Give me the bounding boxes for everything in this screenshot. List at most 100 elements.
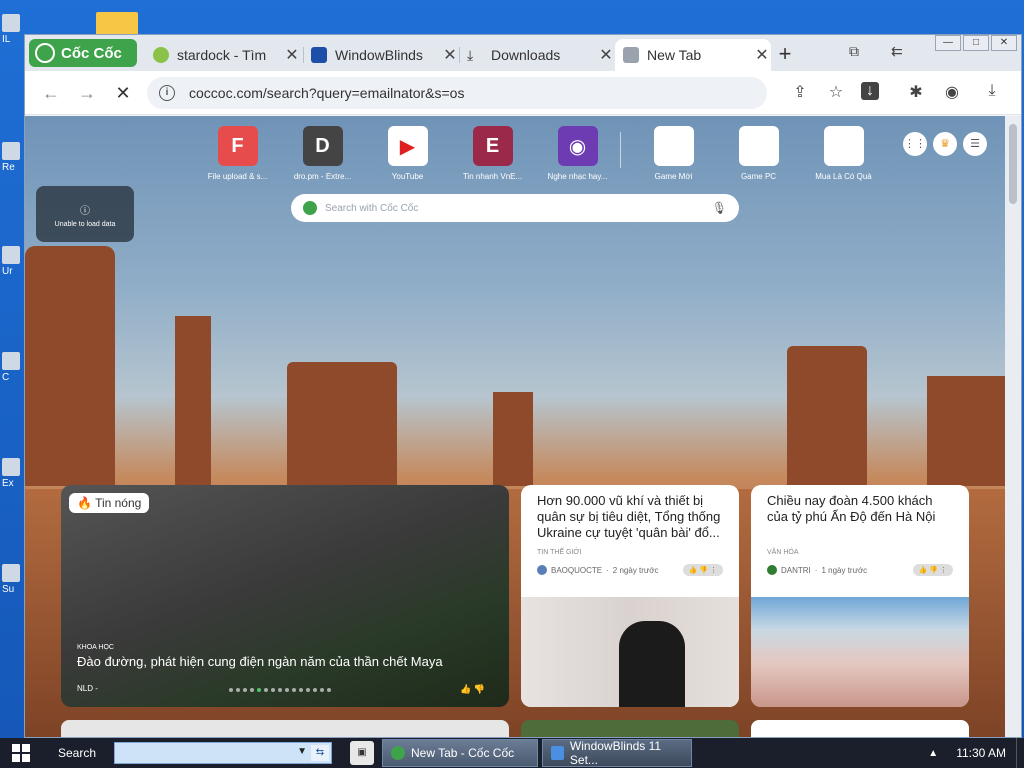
hot-news-card[interactable]: 🔥 Tin nóng KHOA HỌC Đào đường, phát hiện… xyxy=(61,485,509,707)
tab-new-tab[interactable]: New Tab ✕ xyxy=(615,39,771,71)
address-bar[interactable]: i coccoc.com/search?query=emailnator&s=o… xyxy=(147,77,767,109)
minimize-button[interactable]: — xyxy=(935,35,961,51)
carousel-dot[interactable] xyxy=(278,688,282,692)
taskbar-app-icon[interactable]: ▣ xyxy=(350,741,374,765)
taskbar-search-input[interactable]: ▼ ⇆ xyxy=(114,742,332,764)
share-icon[interactable]: ⇪ xyxy=(789,82,811,102)
app-icon xyxy=(2,458,20,476)
speed-dial-divider xyxy=(620,132,621,168)
folder-icon[interactable] xyxy=(96,12,138,36)
taskbar-clock[interactable]: 11:30 AM xyxy=(956,746,1006,760)
back-button[interactable]: ← xyxy=(39,81,63,105)
news-title[interactable]: Hơn 90.000 vũ khí và thiết bị quân sự bị… xyxy=(521,485,739,543)
desktop-icon-1[interactable]: IL xyxy=(2,14,22,45)
close-tab-icon[interactable]: ✕ xyxy=(441,45,459,65)
taskbar-task-coccoc[interactable]: New Tab - Cốc Cốc xyxy=(382,739,538,767)
carousel-dot[interactable] xyxy=(292,688,296,692)
desktop-icon-6[interactable]: Su xyxy=(2,564,22,595)
news-card-partial[interactable] xyxy=(61,720,509,737)
tab-search-icon[interactable]: ⧉ xyxy=(849,43,859,60)
carousel-dot[interactable] xyxy=(243,688,247,692)
close-tab-icon[interactable]: ✕ xyxy=(283,45,301,65)
news-image-figure xyxy=(619,621,685,707)
close-tab-icon[interactable]: ✕ xyxy=(753,45,771,65)
like-dislike-icons[interactable]: 👍 👎 xyxy=(460,684,485,695)
forward-button[interactable]: → xyxy=(75,81,99,105)
carousel-dot[interactable] xyxy=(229,688,233,692)
savefrom-download-icon[interactable]: ↓ xyxy=(861,82,879,100)
search-go-icon[interactable]: ⇆ xyxy=(311,745,329,761)
news-category: VĂN HÓA xyxy=(767,549,799,556)
speed-dial-item[interactable]: E Tin nhanh VnE... xyxy=(450,126,535,181)
carousel-dot[interactable] xyxy=(285,688,289,692)
tab-downloads[interactable]: ⤓ Downloads ✕ xyxy=(459,39,615,71)
downloads-icon[interactable]: ⤓ xyxy=(981,82,1003,100)
show-desktop-button[interactable] xyxy=(1016,738,1024,768)
search-placeholder[interactable]: Search with Cốc Cốc xyxy=(325,203,418,214)
extensions-icon[interactable]: ✱ xyxy=(905,82,927,102)
taskbar-task-windowblinds[interactable]: WindowBlinds 11 Set... xyxy=(542,739,692,767)
speed-dial-item[interactable]: ▶ YouTube xyxy=(365,126,450,181)
news-card[interactable]: Hơn 90.000 vũ khí và thiết bị quân sự bị… xyxy=(521,485,739,707)
carousel-dot[interactable] xyxy=(306,688,310,692)
speed-dial-item[interactable]: Mua Là Có Quà xyxy=(801,126,886,181)
carousel-dot[interactable] xyxy=(236,688,240,692)
carousel-dot[interactable] xyxy=(250,688,254,692)
close-button[interactable]: ✕ xyxy=(991,35,1017,51)
news-card-partial[interactable] xyxy=(751,720,969,737)
carousel-dot[interactable] xyxy=(299,688,303,692)
page-corner-buttons: ⋮⋮ ♛ ☰ xyxy=(903,132,987,156)
like-dislike-icons[interactable]: 👍 👎 ⋮ xyxy=(682,564,723,576)
sidebar-toggle-icon[interactable]: ⇇ xyxy=(891,43,903,60)
new-tab-button[interactable]: + xyxy=(773,41,797,67)
close-tab-icon[interactable]: ✕ xyxy=(597,45,615,65)
music-icon: ◉ xyxy=(557,126,598,166)
desktop-icon-4[interactable]: C xyxy=(2,352,22,383)
news-image[interactable] xyxy=(751,597,969,707)
broken-image-icon xyxy=(653,126,694,166)
tab-windowblinds[interactable]: WindowBlinds ✕ xyxy=(303,39,459,71)
microphone-icon[interactable]: 🎙 xyxy=(712,201,727,215)
apps-grid-icon[interactable]: ⋮⋮ xyxy=(903,132,927,156)
news-card[interactable]: Chiều nay đoàn 4.500 khách của tỷ phú Ấn… xyxy=(751,485,969,707)
carousel-dot[interactable] xyxy=(313,688,317,692)
carousel-dot[interactable] xyxy=(320,688,324,692)
news-card-partial[interactable] xyxy=(521,720,739,737)
stop-loading-button[interactable]: ✕ xyxy=(111,81,135,105)
windows-logo-icon xyxy=(12,744,30,762)
speed-dial-item[interactable]: Game Mới xyxy=(631,126,716,181)
speed-dial: F File upload & s... D dro.pm - Extre...… xyxy=(195,126,886,181)
scrollbar-thumb[interactable] xyxy=(1009,124,1017,204)
settings-sliders-icon[interactable]: ☰ xyxy=(963,132,987,156)
bookmark-star-icon[interactable]: ☆ xyxy=(825,82,847,102)
coccoc-search-box[interactable]: Search with Cốc Cốc 🎙 xyxy=(291,194,739,222)
speed-dial-item[interactable]: D dro.pm - Extre... xyxy=(280,126,365,181)
url-text[interactable]: coccoc.com/search?query=emailnator&s=os xyxy=(189,85,464,101)
carousel-dot[interactable] xyxy=(264,688,268,692)
coccoc-menu-button[interactable]: Cốc Cốc xyxy=(29,39,137,67)
like-dislike-icons[interactable]: 👍 👎 ⋮ xyxy=(912,564,953,576)
coccoc-logo-icon xyxy=(35,43,55,63)
speed-dial-item[interactable]: Game PC xyxy=(716,126,801,181)
tray-overflow-icon[interactable]: ▲ xyxy=(928,748,938,759)
desktop-icon-3[interactable]: Ur xyxy=(2,246,22,277)
tab-stardock[interactable]: stardock - Tìm ✕ xyxy=(145,39,301,71)
profile-icon[interactable]: ◉ xyxy=(941,82,963,102)
news-image[interactable] xyxy=(521,597,739,707)
carousel-dot-active[interactable] xyxy=(257,688,261,692)
maximize-button[interactable]: □ xyxy=(963,35,989,51)
site-info-icon[interactable]: i xyxy=(159,85,175,101)
news-title[interactable]: Đào đường, phát hiện cung điện ngàn năm … xyxy=(77,654,443,669)
crown-icon[interactable]: ♛ xyxy=(933,132,957,156)
carousel-dot[interactable] xyxy=(327,688,331,692)
carousel-dot[interactable] xyxy=(271,688,275,692)
desktop-icon-2[interactable]: Re xyxy=(2,142,22,173)
app-icon xyxy=(2,246,20,264)
speed-dial-item[interactable]: ◉ Nghe nhạc hay... xyxy=(535,126,620,181)
news-title[interactable]: Chiều nay đoàn 4.500 khách của tỷ phú Ấn… xyxy=(751,485,969,543)
start-button[interactable] xyxy=(0,738,42,768)
desktop-icon-5[interactable]: Ex xyxy=(2,458,22,489)
page-scrollbar[interactable] xyxy=(1005,116,1021,737)
speed-dial-item[interactable]: F File upload & s... xyxy=(195,126,280,181)
dropdown-arrow-icon[interactable]: ▼ xyxy=(297,746,307,757)
